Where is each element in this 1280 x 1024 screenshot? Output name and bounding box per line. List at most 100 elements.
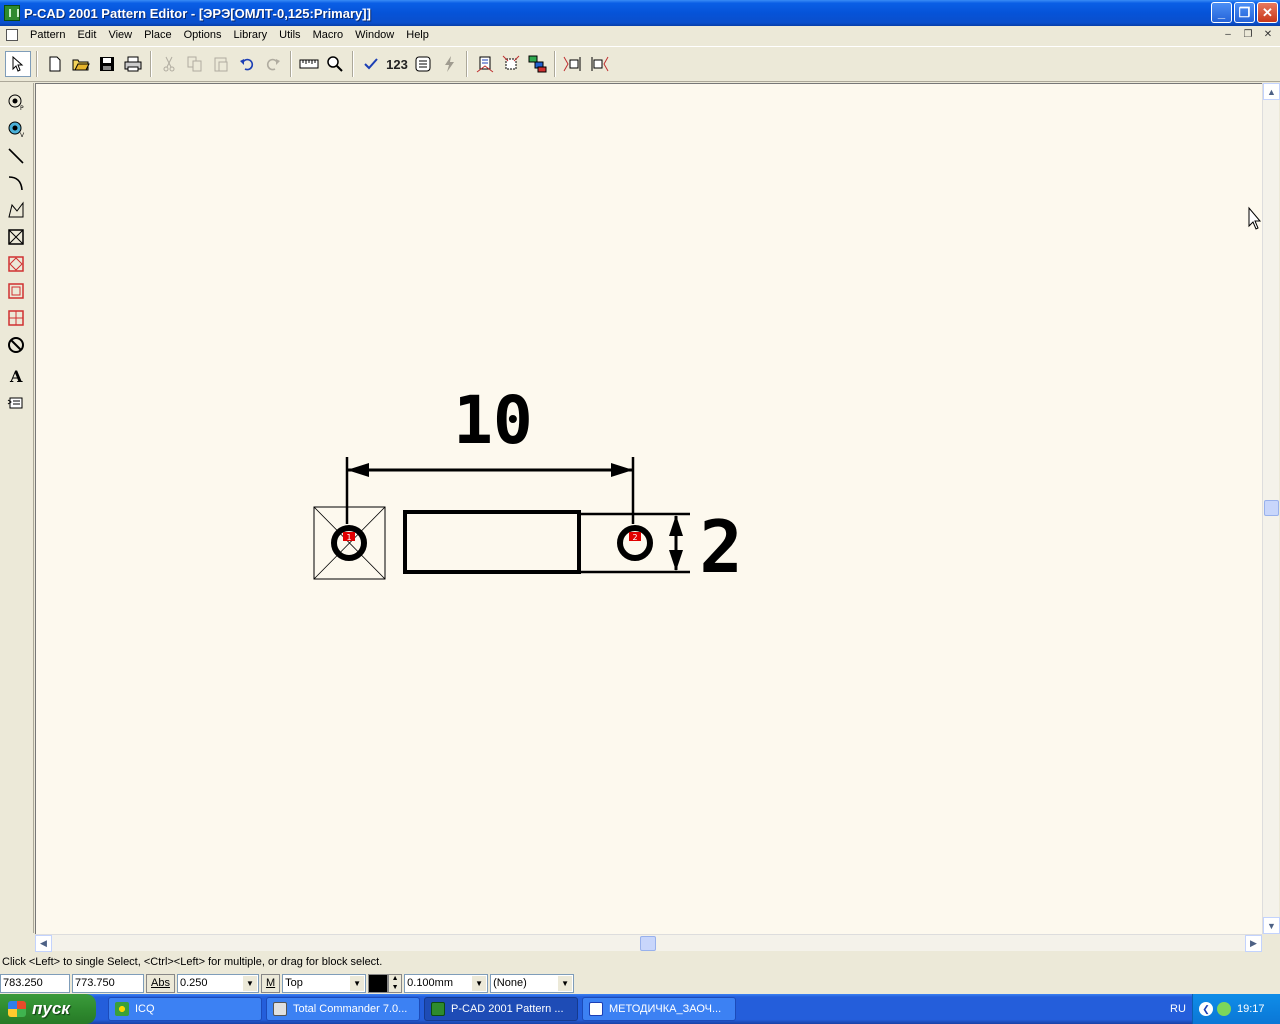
menu-macro[interactable]: Macro bbox=[307, 29, 350, 41]
pad2-number: 2 bbox=[632, 533, 637, 542]
place-arc-tool[interactable] bbox=[5, 172, 27, 194]
run-button[interactable] bbox=[437, 52, 461, 76]
place-text-tool[interactable]: A bbox=[5, 365, 27, 387]
printer-icon bbox=[124, 56, 142, 72]
layers-button[interactable] bbox=[525, 52, 549, 76]
new-file-button[interactable] bbox=[43, 52, 67, 76]
measure-button[interactable] bbox=[297, 52, 321, 76]
menu-pattern[interactable]: Pattern bbox=[24, 29, 71, 41]
open-folder-icon bbox=[72, 59, 90, 71]
layer-spinner[interactable]: ▲ ▼ bbox=[388, 973, 403, 993]
taskbar-item-word-document[interactable]: МЕТОДИЧКА_ЗАОЧ... bbox=[582, 997, 736, 1021]
net-select[interactable]: (None) bbox=[490, 973, 575, 993]
mdi-close-button[interactable]: ✕ bbox=[1260, 27, 1276, 41]
place-pad-tool[interactable]: P bbox=[5, 91, 27, 113]
clock[interactable]: 19:17 bbox=[1237, 1003, 1265, 1015]
place-copper-pour-tool[interactable] bbox=[5, 253, 27, 275]
scroll-left-arrow-icon[interactable]: ◀ bbox=[35, 935, 52, 952]
tray-network-icon[interactable] bbox=[1217, 1002, 1231, 1016]
main-toolbar: 123 bbox=[0, 46, 1280, 82]
menu-options[interactable]: Options bbox=[178, 29, 228, 41]
vertical-scrollbar[interactable]: ▲ ▼ bbox=[1262, 83, 1280, 934]
undo-button[interactable] bbox=[235, 52, 259, 76]
copper-pour-icon bbox=[8, 256, 24, 272]
close-button[interactable]: ✕ bbox=[1257, 2, 1278, 23]
print-button[interactable] bbox=[121, 52, 145, 76]
pattern-drawing: 1 2 10 2 bbox=[313, 206, 1262, 589]
language-indicator[interactable]: RU bbox=[1170, 1003, 1186, 1015]
open-file-button[interactable] bbox=[69, 52, 93, 76]
place-keepout-tool[interactable] bbox=[5, 226, 27, 248]
vertical-scroll-thumb[interactable] bbox=[1264, 500, 1279, 516]
menu-place[interactable]: Place bbox=[138, 29, 178, 41]
grid-select[interactable]: 0.250 bbox=[176, 973, 259, 993]
place-polygon-tool[interactable] bbox=[5, 199, 27, 221]
new-file-icon bbox=[49, 56, 61, 72]
mdi-restore-button[interactable]: ❐ bbox=[1240, 27, 1256, 41]
cut-button[interactable] bbox=[157, 52, 181, 76]
scroll-up-arrow-icon[interactable]: ▲ bbox=[1263, 83, 1280, 100]
place-line-tool[interactable] bbox=[5, 145, 27, 167]
minimize-button[interactable]: _ bbox=[1211, 2, 1232, 23]
menu-utils[interactable]: Utils bbox=[273, 29, 306, 41]
taskbar-item-pcad[interactable]: P-CAD 2001 Pattern ... bbox=[424, 997, 578, 1021]
word-document-icon bbox=[589, 1002, 603, 1016]
pattern-wizard-icon bbox=[476, 56, 494, 73]
pcad-app-icon[interactable] bbox=[4, 5, 20, 21]
horizontal-scroll-thumb[interactable] bbox=[640, 936, 656, 951]
right-align-button[interactable] bbox=[587, 52, 611, 76]
document-icon[interactable] bbox=[6, 29, 18, 41]
line-width-select[interactable]: 0.100mm bbox=[404, 973, 489, 993]
pattern-wizard-button[interactable] bbox=[473, 52, 497, 76]
select-tool-button[interactable] bbox=[5, 51, 31, 77]
menu-edit[interactable]: Edit bbox=[71, 29, 102, 41]
svg-text:A: A bbox=[9, 367, 23, 385]
restore-button[interactable]: ❐ bbox=[1234, 2, 1255, 23]
pad-array-button[interactable] bbox=[499, 52, 523, 76]
total-commander-icon bbox=[273, 1002, 287, 1016]
renumber-pads-button[interactable]: 123 bbox=[385, 52, 409, 76]
x-coordinate-field[interactable]: 783.250 bbox=[0, 973, 70, 993]
start-button[interactable]: пуск bbox=[0, 994, 96, 1024]
horizontal-scrollbar[interactable]: ◀ ▶ bbox=[35, 934, 1262, 952]
place-cutout-tool[interactable] bbox=[5, 280, 27, 302]
left-align-button[interactable] bbox=[561, 52, 585, 76]
y-coordinate-field[interactable]: 773.750 bbox=[72, 973, 144, 993]
zoom-button[interactable] bbox=[323, 52, 347, 76]
abs-button[interactable]: Abs bbox=[146, 973, 175, 993]
scroll-right-arrow-icon[interactable]: ▶ bbox=[1245, 935, 1262, 952]
redo-button[interactable] bbox=[261, 52, 285, 76]
status-hint: Click <Left> to single Select, <Ctrl><Le… bbox=[0, 953, 1280, 972]
validate-button[interactable] bbox=[359, 52, 383, 76]
tray-chevron-icon[interactable]: ❮ bbox=[1199, 1002, 1213, 1016]
place-via-tool[interactable]: V bbox=[5, 118, 27, 140]
menu-view[interactable]: View bbox=[102, 29, 138, 41]
save-button[interactable] bbox=[95, 52, 119, 76]
copy-button[interactable] bbox=[183, 52, 207, 76]
copy-icon bbox=[187, 56, 202, 72]
layer-select[interactable]: Top bbox=[282, 973, 367, 993]
scroll-down-arrow-icon[interactable]: ▼ bbox=[1263, 917, 1280, 934]
no-symbol-icon bbox=[8, 337, 24, 353]
place-attribute-tool[interactable] bbox=[5, 392, 27, 414]
menu-library[interactable]: Library bbox=[228, 29, 274, 41]
taskbar-item-icq[interactable]: ICQ bbox=[108, 997, 262, 1021]
mdi-minimize-button[interactable]: – bbox=[1220, 27, 1236, 41]
paste-button[interactable] bbox=[209, 52, 233, 76]
place-plane-tool[interactable] bbox=[5, 307, 27, 329]
taskbar-item-total-commander[interactable]: Total Commander 7.0... bbox=[266, 997, 420, 1021]
status-bar: 783.250 773.750 Abs 0.250 M Top ▲▼ 0.100… bbox=[0, 972, 1280, 994]
menu-help[interactable]: Help bbox=[400, 29, 435, 41]
pattern-canvas[interactable]: 1 2 10 2 bbox=[35, 83, 1262, 934]
layer-color-swatch[interactable] bbox=[368, 973, 389, 993]
plane-icon bbox=[8, 310, 24, 326]
horizontal-dimension-value: 10 bbox=[453, 382, 532, 459]
layers-icon bbox=[528, 55, 547, 73]
icq-flower-icon bbox=[115, 1002, 129, 1016]
m-button[interactable]: M bbox=[260, 973, 281, 993]
place-hole-tool[interactable] bbox=[5, 334, 27, 356]
pad-style-button[interactable] bbox=[411, 52, 435, 76]
menu-window[interactable]: Window bbox=[349, 29, 400, 41]
pad-stack-icon bbox=[415, 56, 431, 72]
ruler-icon bbox=[299, 59, 319, 69]
